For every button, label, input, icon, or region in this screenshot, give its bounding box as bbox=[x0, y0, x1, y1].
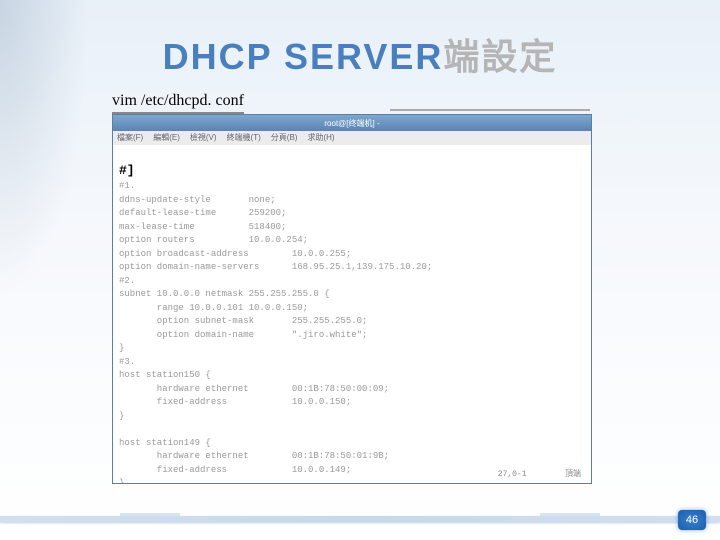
terminal-titlebar: root@[终端机] - bbox=[113, 115, 591, 131]
menu-file[interactable]: 檔案(F) bbox=[117, 132, 143, 144]
conf-line: } bbox=[119, 478, 124, 483]
conf-line: option domain-name ".jiro.white"; bbox=[119, 330, 367, 340]
command-text: vim /etc/dhcpd. conf bbox=[112, 92, 244, 114]
conf-line: #3. bbox=[119, 357, 135, 367]
slide-title: DHCP SERVER端設定 bbox=[0, 28, 720, 80]
conf-line: subnet 10.0.0.0 netmask 255.255.255.0 { bbox=[119, 289, 330, 299]
menu-help[interactable]: 求助(H) bbox=[307, 132, 334, 144]
conf-line: ddns-update-style none; bbox=[119, 195, 276, 205]
conf-line: fixed-address 10.0.0.150; bbox=[119, 397, 351, 407]
conf-line: #2. bbox=[119, 276, 135, 286]
conf-line: #1. bbox=[119, 181, 135, 191]
conf-line: host station149 { bbox=[119, 438, 211, 448]
conf-line: } bbox=[119, 411, 124, 421]
conf-line: default-lease-time 259200; bbox=[119, 208, 286, 218]
conf-line: option domain-name-servers 168.95.25.1,1… bbox=[119, 262, 432, 272]
menu-tab[interactable]: 分頁(B) bbox=[271, 132, 298, 144]
conf-line: hardware ethernet 00:1B:78:50:00:09; bbox=[119, 384, 389, 394]
terminal-body[interactable]: #] #1. ddns-update-style none; default-l… bbox=[113, 145, 591, 483]
conf-line: fixed-address 10.0.0.149; bbox=[119, 465, 351, 475]
conf-line: range 10.0.0.101 10.0.0.150; bbox=[119, 303, 308, 313]
underline-decoration bbox=[390, 109, 590, 111]
menu-view[interactable]: 檢視(V) bbox=[190, 132, 217, 144]
terminal-menubar: 檔案(F) 編輯(E) 檢視(V) 終端機(T) 分頁(B) 求助(H) bbox=[113, 131, 591, 145]
menu-terminal[interactable]: 終端機(T) bbox=[227, 132, 261, 144]
menu-edit[interactable]: 編輯(E) bbox=[153, 132, 180, 144]
page-number: 46 bbox=[678, 510, 706, 530]
terminal-title-text: root@[终端机] - bbox=[324, 118, 379, 129]
conf-line: option broadcast-address 10.0.0.255; bbox=[119, 249, 351, 259]
conf-line: } bbox=[119, 343, 124, 353]
title-chinese: 端設定 bbox=[443, 36, 557, 77]
conf-line: option subnet-mask 255.255.255.0; bbox=[119, 316, 367, 326]
vim-status-line: 27,0-1 頂端 bbox=[498, 469, 581, 481]
conf-line: host station150 { bbox=[119, 370, 211, 380]
terminal-window: root@[终端机] - 檔案(F) 編輯(E) 檢視(V) 終端機(T) 分頁… bbox=[112, 114, 592, 484]
footer-bar bbox=[0, 516, 720, 522]
conf-line: option routers 10.0.0.254; bbox=[119, 235, 308, 245]
conf-line: hardware ethernet 00:1B:78:50:01:9B; bbox=[119, 451, 389, 461]
title-english: DHCP SERVER bbox=[163, 36, 444, 77]
terminal-cursor: #] bbox=[119, 163, 135, 178]
conf-line: max-lease-time 518400; bbox=[119, 222, 286, 232]
